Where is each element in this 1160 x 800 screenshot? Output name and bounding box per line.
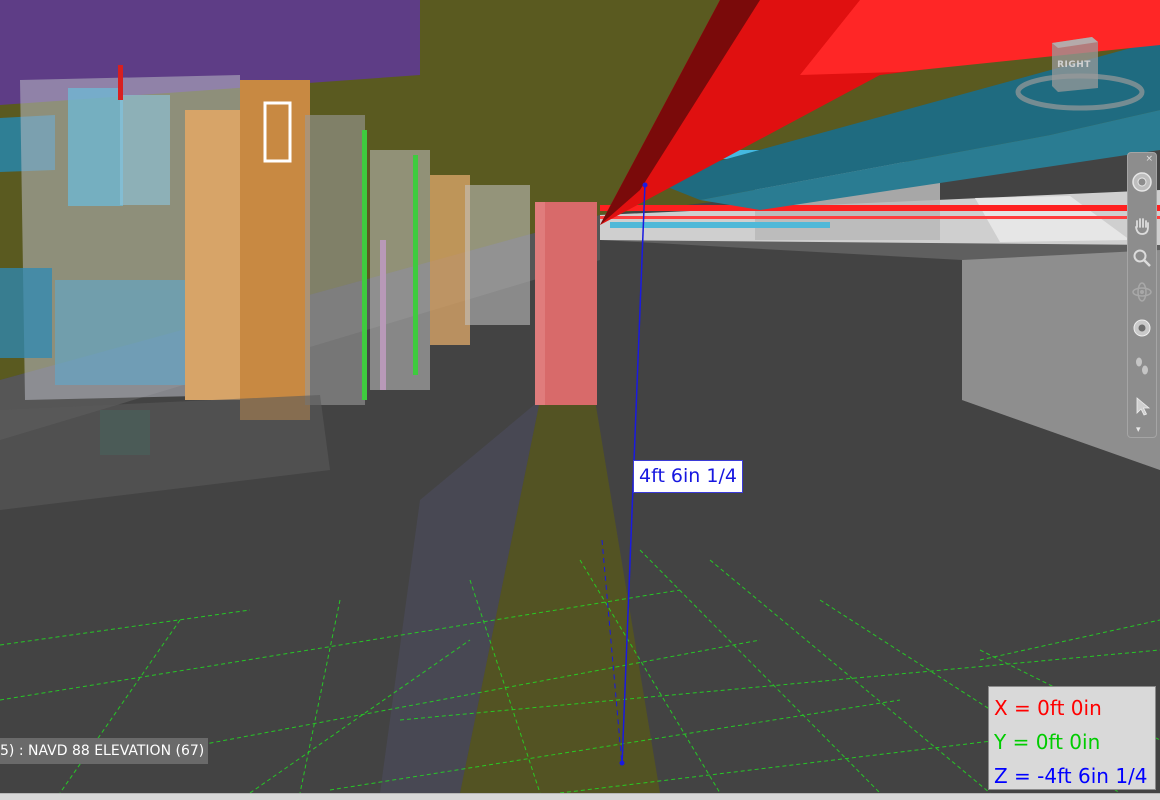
blue-panel-1 <box>68 88 123 206</box>
wall-unit-3 <box>430 175 470 345</box>
pipe-red-far-2 <box>600 216 1160 219</box>
level-label: 5) : NAVD 88 ELEVATION (67) <box>0 738 209 764</box>
look-icon[interactable] <box>1130 315 1154 341</box>
coordinate-z: Z = -4ft 6in 1/4 <box>994 764 1148 788</box>
pipe-green-vertical-2 <box>413 155 418 375</box>
blue-panel-2 <box>120 95 170 205</box>
orbit-icon[interactable] <box>1130 279 1154 305</box>
measurement-label: 4ft 6in 1/4 <box>633 460 743 493</box>
pipe-red-far <box>600 205 1160 211</box>
wood-door <box>185 110 245 400</box>
blue-panel-3 <box>55 280 185 385</box>
full-navigation-wheel-icon[interactable] <box>1130 169 1154 195</box>
wall-unit-1 <box>305 115 365 405</box>
wood-door-2 <box>240 80 310 420</box>
zoom-icon[interactable] <box>1130 245 1154 271</box>
viewcube-face-label[interactable]: RIGHT <box>1052 43 1096 87</box>
wall-unit-2 <box>370 150 430 390</box>
navigation-bar-options-chevron-icon[interactable]: ▾ <box>1136 426 1141 435</box>
status-bar <box>0 793 1160 800</box>
blue-panel-4 <box>0 268 52 358</box>
3d-scene <box>0 0 1160 793</box>
coordinate-x: X = 0ft 0in <box>994 696 1102 720</box>
wall-unit-4 <box>465 185 530 325</box>
red-marker <box>118 65 123 100</box>
pipe-green-vertical <box>362 130 367 400</box>
3d-viewport[interactable]: RIGHT × ▾ 4ft 6in 1/4 5) : NAVD 88 ELEVA… <box>0 0 1160 793</box>
navigation-bar-close-button[interactable]: × <box>1145 154 1153 164</box>
pan-icon[interactable] <box>1130 213 1154 239</box>
measure-start-point <box>642 182 648 188</box>
walk-icon[interactable] <box>1130 353 1154 379</box>
measure-end-point <box>619 760 625 766</box>
coordinate-y: Y = 0ft 0in <box>994 730 1101 754</box>
coordinate-panel: X = 0ft 0in Y = 0ft 0in Z = -4ft 6in 1/4 <box>988 686 1156 790</box>
select-icon[interactable] <box>1130 393 1154 419</box>
navigation-bar: × ▾ <box>1127 152 1157 438</box>
pink-column-highlight <box>535 202 545 405</box>
